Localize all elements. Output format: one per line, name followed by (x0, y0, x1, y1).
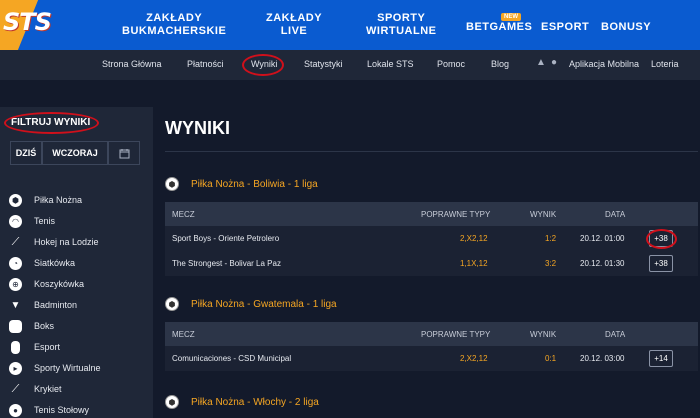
match-date: 20.12. 01:30 (580, 259, 625, 268)
logo-text: STS (3, 8, 52, 36)
table-row[interactable]: Sport Boys - Oriente Petrolero 2,X2,12 1… (165, 226, 698, 251)
nav-zaklady-bukmacherskie[interactable]: ZAKŁADY BUKMACHERSKIE (122, 12, 226, 38)
match-name: Comunicaciones - CSD Municipal (172, 354, 292, 363)
league-header-gwatemala[interactable]: ⬢ Piłka Nożna - Gwatemala - 1 liga (165, 296, 337, 312)
boxing-glove-icon (9, 319, 22, 333)
date-today-button[interactable]: DZIŚ (10, 141, 42, 165)
football-icon: ⬢ (165, 395, 179, 409)
correct-types: 2,X2,12 (460, 354, 488, 363)
tennis-icon: ◠ (9, 214, 22, 228)
league-header-boliwia[interactable]: ⬢ Piłka Nożna - Boliwia - 1 liga (165, 176, 318, 192)
volleyball-icon: ◔ (9, 256, 22, 270)
sport-item-pilka-nozna[interactable]: ⬢ Piłka Nożna (9, 192, 149, 208)
new-badge: NEW (501, 13, 521, 21)
subnav-strona-glowna[interactable]: Strona Główna (102, 59, 162, 69)
table-header: MECZ POPRAWNE TYPY WYNIK DATA (165, 202, 698, 226)
sport-item-siatkowka[interactable]: ◔ Siatkówka (9, 255, 149, 271)
nav-esport[interactable]: ESPORT (541, 21, 589, 34)
table-row[interactable]: Comunicaciones - CSD Municipal 2,X2,12 0… (165, 346, 698, 371)
sub-navigation: Strona Główna Płatności Wyniki Statystyk… (0, 50, 700, 80)
football-icon: ⬢ (9, 193, 22, 207)
football-icon: ⬢ (165, 177, 179, 191)
apple-icon[interactable]: ● (551, 57, 557, 68)
subnav-loteria[interactable]: Loteria (651, 59, 679, 69)
subnav-blog[interactable]: Blog (491, 59, 509, 69)
subnav-platnosci[interactable]: Płatności (187, 59, 224, 69)
sts-logo[interactable]: STS (0, 0, 58, 50)
league-header-wlochy[interactable]: ⬢ Piłka Nożna - Włochy - 2 liga (165, 394, 319, 410)
match-result: 0:1 (545, 354, 557, 363)
subnav-aplikacja-mobilna[interactable]: Aplikacja Mobilna (569, 59, 639, 69)
subnav-lokale-sts[interactable]: Lokale STS (367, 59, 414, 69)
annotation-circle-filter (4, 112, 99, 134)
subnav-statystyki[interactable]: Statystyki (304, 59, 343, 69)
sport-item-boks[interactable]: Boks (9, 318, 149, 334)
match-name: The Strongest - Bolivar La Paz (172, 259, 281, 268)
sport-item-krykiet[interactable]: ⟋ Krykiet (9, 381, 149, 397)
nav-zaklady-live[interactable]: ZAKŁADY LIVE (266, 12, 322, 38)
sport-item-badminton[interactable]: ▼ Badminton (9, 297, 149, 313)
correct-types: 1,1X,12 (460, 259, 488, 268)
calendar-button[interactable] (108, 141, 140, 165)
basketball-icon: ⊕ (9, 277, 22, 291)
annotation-circle-wyniki (242, 54, 284, 76)
match-date: 20.12. 03:00 (580, 354, 625, 363)
virtual-sports-icon: ▸ (9, 361, 22, 375)
sport-item-tenis-stolowy[interactable]: ● Tenis Stołowy (9, 402, 149, 418)
match-result: 1:2 (545, 234, 557, 243)
football-icon: ⬢ (165, 297, 179, 311)
mouse-icon (11, 340, 20, 354)
hockey-icon: ⟋ (11, 235, 20, 248)
nav-betgames[interactable]: BETGAMES (466, 21, 532, 34)
cricket-bat-icon: ⟋ (11, 382, 20, 395)
nav-sporty-wirtualne[interactable]: SPORTY WIRTUALNE (366, 12, 437, 38)
date-yesterday-button[interactable]: WCZORAJ (42, 141, 108, 165)
table-tennis-icon: ● (9, 403, 22, 417)
badminton-icon: ▼ (10, 299, 21, 311)
sport-item-esport[interactable]: Esport (9, 339, 149, 355)
more-markets-button[interactable]: +14 (649, 350, 673, 367)
page-title: WYNIKI (165, 118, 230, 138)
table-header: MECZ POPRAWNE TYPY WYNIK DATA (165, 322, 698, 346)
top-header: STS ZAKŁADY BUKMACHERSKIE ZAKŁADY LIVE S… (0, 0, 700, 50)
more-markets-button[interactable]: +38 (649, 255, 673, 272)
match-name: Sport Boys - Oriente Petrolero (172, 234, 280, 243)
sport-item-koszykowka[interactable]: ⊕ Koszykówka (9, 276, 149, 292)
table-row[interactable]: The Strongest - Bolivar La Paz 1,1X,12 3… (165, 251, 698, 276)
match-result: 3:2 (545, 259, 557, 268)
calendar-icon (119, 148, 129, 158)
title-divider (165, 151, 698, 152)
annotation-circle-more (646, 229, 677, 249)
sport-item-sporty-wirtualne[interactable]: ▸ Sporty Wirtualne (9, 360, 149, 376)
subnav-pomoc[interactable]: Pomoc (437, 59, 465, 69)
nav-bonusy[interactable]: BONUSY (601, 21, 651, 34)
sport-item-hokej[interactable]: ⟋ Hokej na Lodzie (9, 234, 149, 250)
android-icon[interactable]: ▲ (536, 57, 546, 68)
sport-item-tenis[interactable]: ◠ Tenis (9, 213, 149, 229)
match-date: 20.12. 01:00 (580, 234, 625, 243)
correct-types: 2,X2,12 (460, 234, 488, 243)
